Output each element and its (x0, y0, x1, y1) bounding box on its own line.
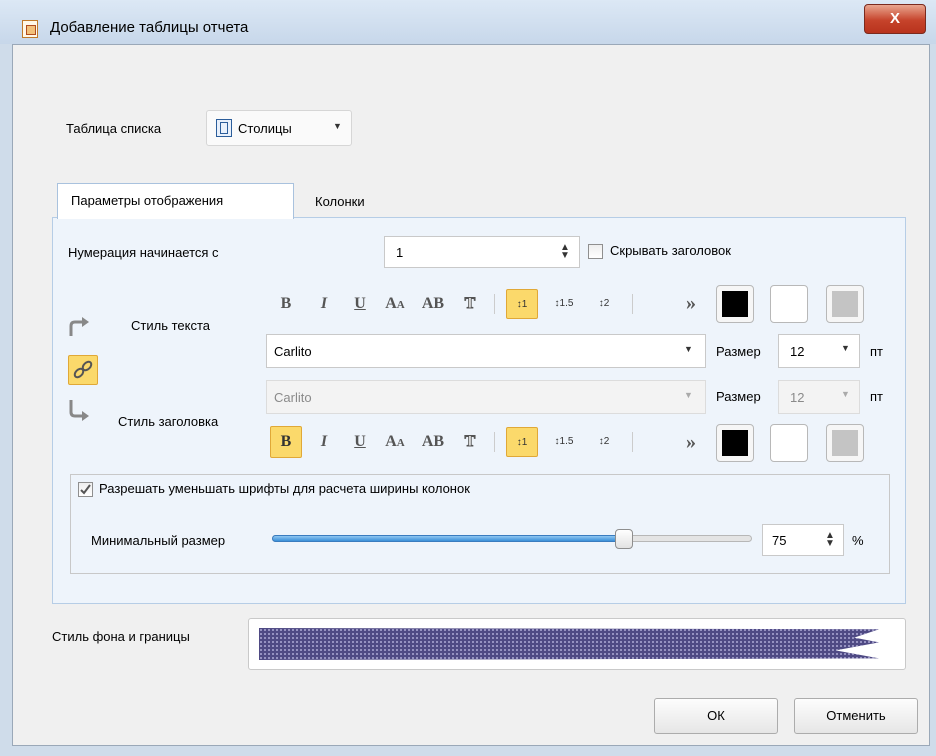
ok-button[interactable]: ОК (654, 698, 778, 734)
more-button[interactable]: » (678, 289, 704, 317)
close-button[interactable]: X (864, 4, 926, 34)
spinner-icon[interactable]: ▲ ▼ (825, 531, 835, 549)
link-styles-button[interactable] (68, 355, 98, 385)
table-icon (216, 119, 232, 137)
more-button[interactable]: » (678, 428, 704, 456)
background-color-swatch[interactable] (770, 424, 808, 462)
text-style-label: Стиль текста (131, 318, 210, 333)
line-spacing-1-button[interactable]: ↕1 (506, 427, 538, 457)
border-color-swatch[interactable] (826, 424, 864, 462)
min-size-spinbox[interactable]: 75 ▲ ▼ (762, 524, 844, 556)
chevron-down-icon: ▼ (684, 344, 693, 354)
header-size-value: 12 (790, 390, 805, 405)
header-font-value: Carlito (274, 390, 312, 405)
text-size-value: 12 (790, 344, 805, 359)
min-size-unit: % (852, 533, 864, 548)
tab-columns[interactable]: Колонки (294, 186, 404, 216)
header-style-toolbar: B I U Aa AB T ↕1 ↕1.5 ↕2 » (270, 422, 876, 462)
arrow-up-right-icon (66, 316, 92, 338)
underline-button[interactable]: U (346, 290, 374, 318)
text-color-swatch[interactable] (716, 285, 754, 323)
tab-display-params[interactable]: Параметры отображения (57, 183, 294, 219)
text-font-select[interactable]: Carlito ▼ (266, 334, 706, 368)
header-font-select[interactable]: Carlito ▼ (266, 380, 706, 414)
chevron-down-icon: ▼ (841, 343, 850, 353)
header-size-select[interactable]: 12 ▼ (778, 380, 860, 414)
background-style-preview[interactable] (248, 618, 906, 670)
shrink-fonts-label: Разрешать уменьшать шрифты для расчета ш… (99, 481, 470, 496)
chevron-down-icon: ▼ (684, 390, 693, 400)
outline-button[interactable]: T (456, 428, 484, 456)
text-size-unit: пт (870, 344, 883, 359)
text-style-toolbar: B I U Aa AB T ↕1 ↕1.5 ↕2 » (270, 284, 876, 324)
header-size-label: Размер (716, 389, 761, 404)
header-style-label: Стиль заголовка (118, 414, 219, 429)
min-size-value: 75 (772, 533, 787, 548)
line-spacing-1-5-button[interactable]: ↕1.5 (548, 428, 580, 456)
line-spacing-2-button[interactable]: ↕2 (588, 428, 620, 456)
text-color-swatch[interactable] (716, 424, 754, 462)
line-spacing-2-button[interactable]: ↕2 (588, 290, 620, 318)
list-table-label: Таблица списка (66, 121, 162, 136)
small-caps-button[interactable]: Aa (380, 428, 410, 456)
italic-button[interactable]: I (310, 290, 338, 318)
slider-fill (272, 535, 624, 542)
background-style-label: Стиль фона и границы (52, 629, 190, 644)
pattern-fill (259, 628, 879, 660)
list-table-dropdown[interactable]: Столицы ▼ (206, 110, 352, 146)
report-table-icon (22, 20, 38, 38)
bold-button[interactable]: B (270, 426, 302, 458)
header-size-unit: пт (870, 389, 883, 404)
spinner-icon[interactable]: ▲ ▼ (560, 243, 570, 261)
line-spacing-1-5-button[interactable]: ↕1.5 (548, 290, 580, 318)
text-size-select[interactable]: 12 ▼ (778, 334, 860, 368)
min-size-slider[interactable] (272, 529, 752, 549)
text-size-label: Размер (716, 344, 761, 359)
arrow-down-right-icon (66, 398, 92, 424)
numbering-input[interactable]: 1 ▲ ▼ (384, 236, 580, 268)
line-spacing-1-button[interactable]: ↕1 (506, 289, 538, 319)
bold-button[interactable]: B (272, 290, 300, 318)
all-caps-button[interactable]: AB (416, 428, 450, 456)
background-color-swatch[interactable] (770, 285, 808, 323)
numbering-label: Нумерация начинается с (68, 245, 219, 260)
tab-label: Параметры отображения (71, 193, 224, 208)
border-color-swatch[interactable] (826, 285, 864, 323)
tab-label: Колонки (315, 194, 365, 209)
small-caps-button[interactable]: Aa (380, 290, 410, 318)
outline-button[interactable]: T (456, 290, 484, 318)
cancel-button[interactable]: Отменить (794, 698, 918, 734)
italic-button[interactable]: I (310, 428, 338, 456)
hide-header-label: Скрывать заголовок (610, 243, 731, 258)
list-table-value: Столицы (238, 121, 292, 136)
window-title: Добавление таблицы отчета (50, 19, 249, 36)
hide-header-checkbox[interactable] (588, 244, 603, 259)
link-icon (73, 360, 93, 379)
checkmark-icon (80, 484, 91, 495)
shrink-fonts-checkbox[interactable] (78, 482, 93, 497)
chevron-down-icon: ▼ (333, 121, 342, 131)
min-size-label: Минимальный размер (91, 533, 226, 548)
text-font-value: Carlito (274, 344, 312, 359)
all-caps-button[interactable]: AB (416, 290, 450, 318)
underline-button[interactable]: U (346, 428, 374, 456)
slider-thumb[interactable] (615, 529, 633, 549)
chevron-down-icon: ▼ (841, 389, 850, 399)
numbering-value: 1 (396, 245, 404, 260)
